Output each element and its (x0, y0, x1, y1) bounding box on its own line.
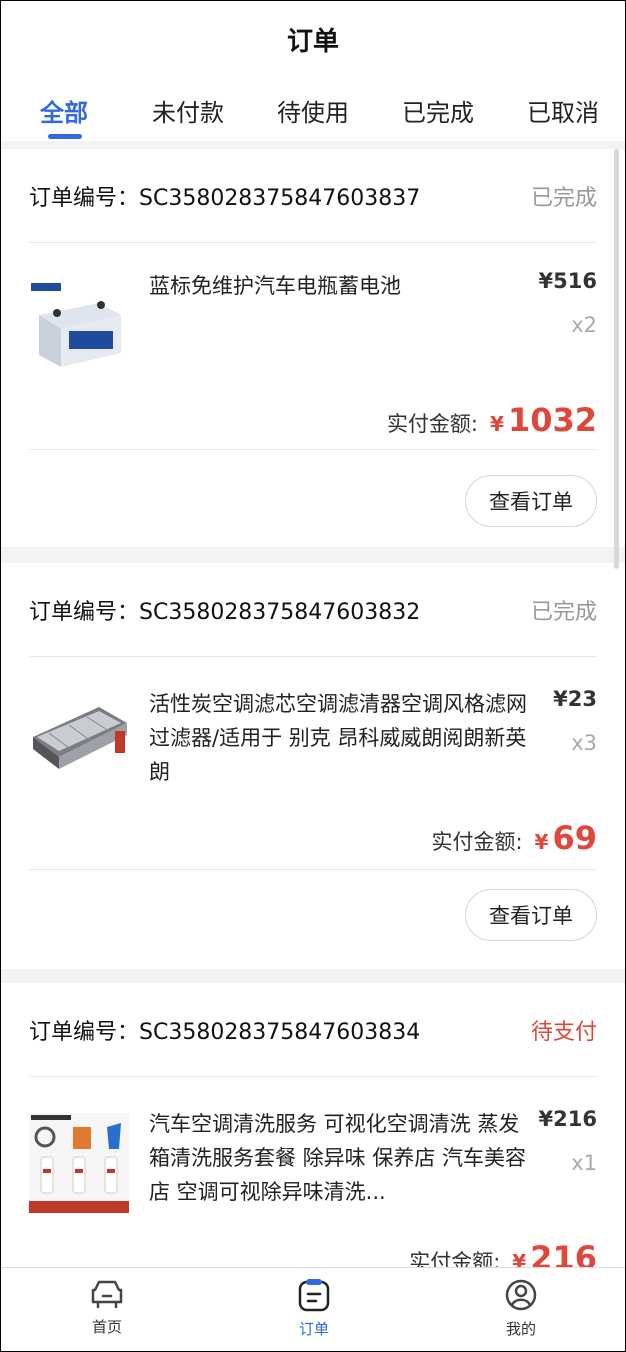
product-quantity: x2 (571, 313, 597, 337)
product-row[interactable]: 汽车空调清洗服务 可视化空调清洗 蒸发箱清洗服务套餐 除异味 保养店 汽车美容店… (29, 1107, 597, 1237)
order-card-header: 订单编号：SC358028375847603832 已完成 (29, 563, 597, 657)
view-order-button[interactable]: 查看订单 (465, 889, 597, 941)
nav-profile[interactable]: 我的 (471, 1278, 571, 1339)
order-card-header: 订单编号：SC358028375847603837 已完成 (29, 149, 597, 243)
nav-orders-label: 订单 (298, 1320, 329, 1338)
order-card: 订单编号：SC358028375847603837 已完成 蓝标免维护汽车电瓶蓄… (1, 149, 625, 547)
total-row: 实付金额: ¥ 69 (431, 819, 597, 857)
total-amount: 69 (552, 819, 597, 857)
view-order-button[interactable]: 查看订单 (465, 475, 597, 527)
order-card: 订单编号：SC358028375847603832 已完成 活性炭空调滤芯空调滤… (1, 563, 625, 969)
product-price: ¥216 (538, 1107, 597, 1131)
total-label: 实付金额: (431, 830, 523, 854)
nav-home[interactable]: 首页 (57, 1278, 157, 1337)
order-status: 已完成 (530, 185, 597, 211)
order-status: 待支付 (530, 1019, 597, 1045)
divider (29, 869, 597, 870)
total-label: 实付金额: (409, 1250, 501, 1267)
product-row[interactable]: 蓝标免维护汽车电瓶蓄电池 ¥516 x2 (29, 269, 597, 399)
product-price: ¥23 (553, 687, 597, 711)
product-row[interactable]: 活性炭空调滤芯空调滤清器空调风格滤网过滤器/适用于 别克 昂科威威朗阅朗新英朗 … (29, 687, 597, 817)
bottom-nav: 首页 订单 我的 (1, 1267, 625, 1351)
order-number: 订单编号：SC358028375847603837 (29, 185, 421, 211)
divider (29, 449, 597, 450)
page-header: 订单 (1, 1, 625, 77)
total-row: 实付金额: ¥ 1032 (387, 401, 597, 439)
active-tab-indicator (48, 134, 82, 139)
nav-profile-label: 我的 (505, 1320, 536, 1338)
total-amount: 1032 (507, 401, 597, 439)
total-row: 实付金额: ¥ 216 (409, 1239, 597, 1267)
ac-cleaning-image (29, 1113, 129, 1213)
product-name: 蓝标免维护汽车电瓶蓄电池 (149, 274, 401, 298)
currency-symbol: ¥ (490, 412, 504, 436)
car-battery-image (29, 275, 129, 375)
order-card-header: 订单编号：SC358028375847603834 待支付 (29, 983, 597, 1077)
order-icon (298, 1279, 330, 1312)
profile-icon (505, 1279, 537, 1311)
product-name: 活性炭空调滤芯空调滤清器空调风格滤网过滤器/适用于 别克 昂科威威朗阅朗新英朗 (149, 692, 527, 784)
nav-orders[interactable]: 订单 (264, 1278, 364, 1339)
scrollbar[interactable] (614, 149, 619, 569)
air-filter-image (29, 693, 129, 793)
tab-unpaid[interactable]: 未付款 (152, 93, 224, 128)
nav-home-label: 首页 (91, 1318, 122, 1336)
product-price: ¥516 (538, 269, 597, 293)
order-card: 订单编号：SC358028375847603834 待支付 汽车空调清洗服务 可… (1, 983, 625, 1267)
order-status: 已完成 (530, 599, 597, 625)
tab-cancelled[interactable]: 已取消 (527, 93, 599, 128)
total-label: 实付金额: (386, 412, 479, 436)
page-title: 订单 (286, 26, 339, 57)
currency-symbol: ¥ (512, 1250, 527, 1267)
product-name: 汽车空调清洗服务 可视化空调清洗 蒸发箱清洗服务套餐 除异味 保养店 汽车美容店… (149, 1112, 527, 1204)
order-tabs: 全部 未付款 待使用 已完成 已取消 (1, 85, 625, 141)
order-number: 订单编号：SC358028375847603834 (29, 1019, 421, 1045)
order-number: 订单编号：SC358028375847603832 (29, 599, 421, 625)
total-amount: 216 (530, 1239, 597, 1267)
order-list[interactable]: 订单编号：SC358028375847603837 已完成 蓝标免维护汽车电瓶蓄… (1, 141, 625, 1267)
product-quantity: x3 (571, 731, 597, 755)
tab-all[interactable]: 全部 (40, 93, 88, 128)
tab-completed[interactable]: 已完成 (402, 93, 474, 128)
currency-symbol: ¥ (534, 830, 549, 854)
car-icon (91, 1280, 123, 1309)
product-quantity: x1 (571, 1151, 597, 1175)
tab-to-use[interactable]: 待使用 (277, 93, 349, 128)
